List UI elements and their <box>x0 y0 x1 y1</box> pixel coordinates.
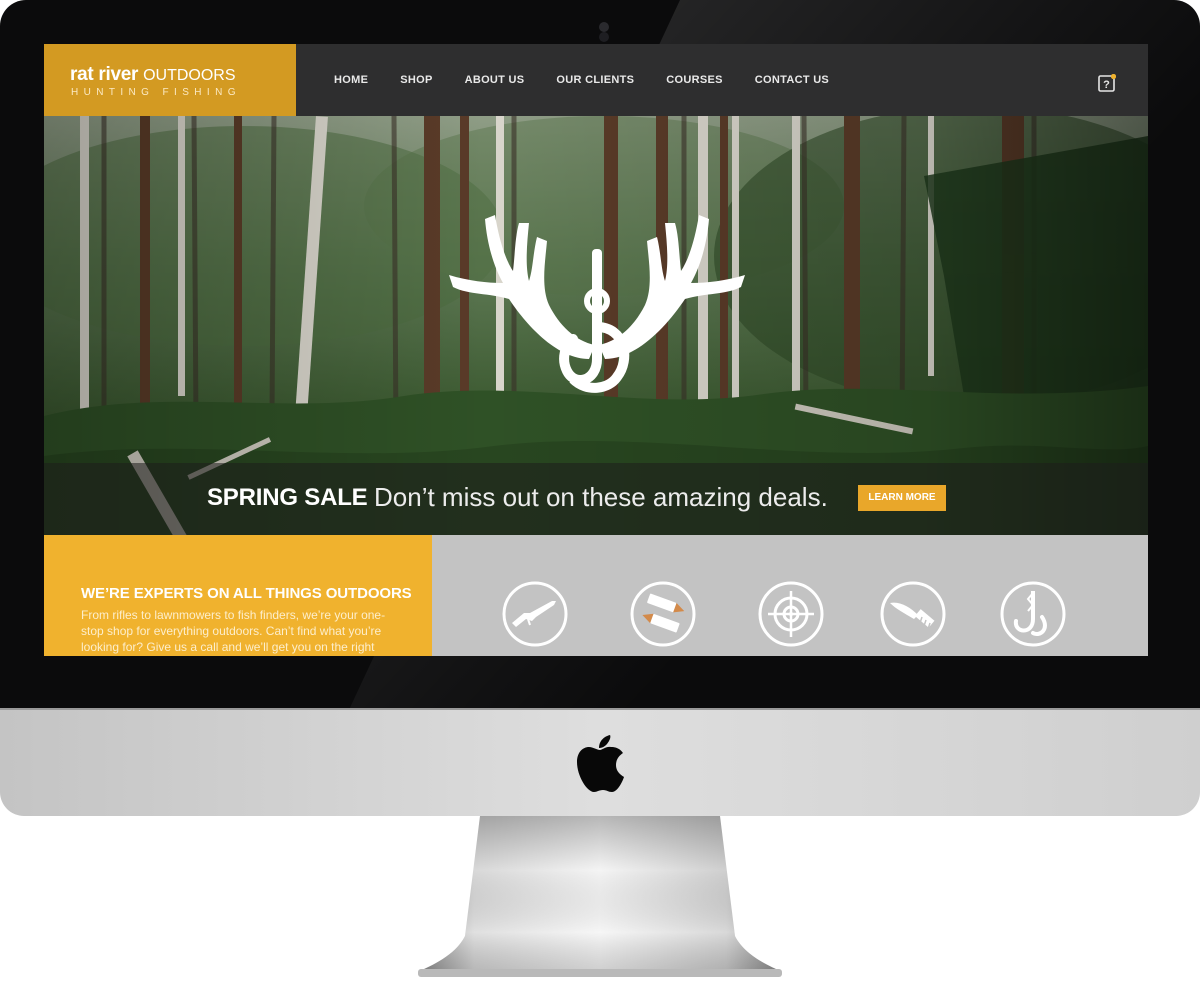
rifle-icon[interactable] <box>502 581 568 647</box>
ammo-icon[interactable] <box>630 581 696 647</box>
antler-hook-logo-icon <box>449 215 745 393</box>
monitor-stand <box>418 816 782 977</box>
logo-outdoors-text: OUTDOORS <box>143 67 236 84</box>
site-logo[interactable]: rat river OUTDOORS HUNTING FISHING <box>44 44 296 116</box>
camera-icon <box>599 22 609 32</box>
top-navigation: rat river OUTDOORS HUNTING FISHING HOME … <box>44 44 1148 116</box>
apple-logo-icon <box>577 735 624 792</box>
nav-item-courses[interactable]: COURSES <box>666 74 723 86</box>
knife-icon[interactable] <box>880 581 946 647</box>
main-menu: HOME SHOP ABOUT US OUR CLIENTS COURSES C… <box>334 44 861 116</box>
logo-main-text: rat river <box>70 64 139 85</box>
monitor-bezel: rat river OUTDOORS HUNTING FISHING HOME … <box>0 0 1200 710</box>
hero-banner: SPRING SALE Don’t miss out on these amaz… <box>44 116 1148 535</box>
nav-item-our-clients[interactable]: OUR CLIENTS <box>556 74 634 86</box>
website-screen: rat river OUTDOORS HUNTING FISHING HOME … <box>44 44 1148 656</box>
help-icon[interactable]: ? <box>1098 74 1116 92</box>
imac-mockup: rat river OUTDOORS HUNTING FISHING HOME … <box>0 0 1200 982</box>
category-icons <box>432 535 1148 656</box>
sale-title: SPRING SALE <box>207 484 368 511</box>
nav-item-home[interactable]: HOME <box>334 74 368 86</box>
svg-text:?: ? <box>1103 79 1110 91</box>
promo-title: WE’RE EXPERTS ON ALL THINGS OUTDOORS <box>81 585 412 602</box>
learn-more-button[interactable]: LEARN MORE <box>858 485 946 511</box>
target-icon[interactable] <box>758 581 824 647</box>
nav-item-about-us[interactable]: ABOUT US <box>465 74 525 86</box>
experts-promo: WE’RE EXPERTS ON ALL THINGS OUTDOORS Fro… <box>44 535 432 656</box>
fishhook-icon[interactable] <box>1000 581 1066 647</box>
nav-item-contact-us[interactable]: CONTACT US <box>755 74 829 86</box>
logo-tagline: HUNTING FISHING <box>71 87 241 98</box>
sale-tagline: Don’t miss out on these amazing deals. <box>374 482 828 512</box>
promo-description: From rifles to lawnmowers to fish finder… <box>81 608 386 654</box>
logo-wordmark: rat river OUTDOORS <box>70 64 236 86</box>
nav-item-shop[interactable]: SHOP <box>400 74 432 86</box>
